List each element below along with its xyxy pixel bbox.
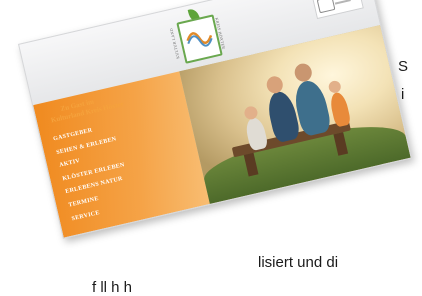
partner-line [334,0,351,5]
body-text-fragment-1: S [398,58,409,75]
body-text-cut-line: f ll h h [92,279,133,296]
body-text-line: lisiert und di [258,254,339,271]
child-figure [328,90,352,128]
body-text-fragment-2: i [401,86,405,103]
partner-mark-icon [316,0,336,14]
child-head [327,79,342,95]
website-screenshot: KULTUR LAND KREIS HÖXTER Zu Gast im Kult… [18,0,412,239]
man-head [292,61,314,84]
logo-wave-icon [186,32,213,47]
